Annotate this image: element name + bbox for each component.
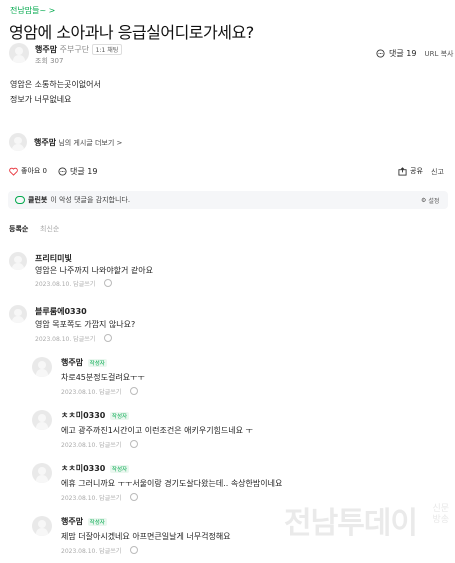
reply-text: 차로45분정도걸려요ㅜㅜ (61, 373, 145, 382)
comment-heart-icon[interactable] (104, 334, 112, 342)
reply-avatar[interactable] (32, 516, 52, 536)
cleanbot-label[interactable]: 클린봇 (28, 195, 47, 205)
reply-heart-icon[interactable] (130, 493, 138, 501)
heart-icon (9, 167, 18, 176)
comment-count-top[interactable]: 댓글 19 (389, 48, 416, 59)
watermark-logo: 전남투데이 (284, 506, 418, 541)
author-name[interactable]: 행주맘 (35, 45, 57, 54)
gear-icon: ⚙ (421, 197, 427, 204)
reply-text: 에고 광주까진1시간이고 이런조건은 애키우기힘드네요 ㅜ (61, 426, 253, 435)
writer-badge: 작성자 (109, 465, 130, 473)
comments-toggle[interactable]: 댓글 19 (58, 166, 97, 177)
reply-meta[interactable]: 2023.08.10. 답글쓰기 (61, 387, 121, 396)
reply-avatar[interactable] (32, 357, 52, 377)
watermark-side: 신문 방송 (432, 504, 449, 526)
post-body-line2: 정보가 너무없네요 (10, 95, 72, 104)
comment-author[interactable]: 블루룸에0330 (35, 306, 87, 317)
writer-badge: 작성자 (109, 412, 130, 420)
profile-name: 행주맘 (34, 138, 57, 147)
sort-latest-tab[interactable]: 최신순 (40, 224, 59, 234)
post-title: 영암에 소아과나 응급실어디로가세요? (9, 23, 254, 42)
reply-meta[interactable]: 2023.08.10. 답글쓰기 (61, 546, 121, 555)
author-grade: 주부구단 (59, 45, 90, 54)
board-link[interactable]: 전남맘들~ > (10, 5, 55, 16)
cleanbot-settings[interactable]: ⚙ 설정 (421, 196, 439, 205)
reply-heart-icon[interactable] (130, 387, 138, 395)
reply-author[interactable]: 행주맘 (61, 358, 83, 367)
comment-text: 영암은 나주까지 나와야할거 같아요 (35, 266, 154, 275)
watermark-side-line2: 방송 (432, 515, 449, 525)
cleanbot-text: 이 악성 댓글을 감지합니다. (50, 196, 131, 204)
writer-badge: 작성자 (87, 359, 107, 367)
chat-button[interactable]: 1:1 채팅 (91, 44, 123, 55)
writer-badge: 작성자 (87, 518, 107, 526)
view-count: 조회 307 (35, 57, 64, 65)
url-copy-button[interactable]: URL 복사 (424, 49, 453, 59)
comment-meta[interactable]: 2023.08.10. 답글쓰기 (35, 334, 95, 343)
share-icon (398, 166, 407, 176)
profile-more-label: 님의 게시글 더보기 > (58, 139, 123, 147)
author-avatar[interactable] (9, 43, 29, 63)
comment-icon[interactable] (376, 49, 385, 58)
reply-avatar[interactable] (32, 410, 52, 430)
like-label: 좋아요 0 (21, 167, 47, 175)
reply-heart-icon[interactable] (130, 440, 138, 448)
comment-meta[interactable]: 2023.08.10. 답글쓰기 (35, 279, 95, 288)
reply-author[interactable]: 행주맘 (61, 517, 83, 526)
like-button[interactable]: 좋아요 0 (9, 166, 47, 176)
profile-more-link[interactable]: 행주맘 님의 게시글 더보기 > (34, 137, 122, 148)
cleanbot-icon (15, 196, 25, 204)
reply-text: 제맘 더잘아시겠네요 아프면큰일날게 너무걱정해요 (61, 532, 231, 541)
comment-avatar[interactable] (9, 252, 27, 270)
settings-label: 설정 (428, 198, 440, 205)
report-button[interactable]: 신고 (431, 167, 444, 177)
comment-bubble-icon (58, 167, 67, 176)
share-button[interactable]: 공유 (398, 166, 423, 176)
reply-heart-icon[interactable] (130, 546, 138, 554)
reply-text: 에휴 그러니까요 ㅜㅜ서울이랑 경기도살다왔는데.. 속상한밤이네요 (61, 479, 283, 488)
share-label: 공유 (410, 167, 423, 175)
reply-avatar[interactable] (32, 463, 52, 483)
reply-author[interactable]: ㅊㅊ미0330 (61, 411, 105, 420)
profile-avatar[interactable] (9, 133, 27, 151)
watermark-side-line1: 신문 (432, 504, 449, 514)
comment-avatar[interactable] (9, 305, 27, 323)
comment-heart-icon[interactable] (104, 279, 112, 287)
reply-meta[interactable]: 2023.08.10. 답글쓰기 (61, 493, 121, 502)
post-body-line1: 영암은 소통하는곳이없어서 (10, 80, 101, 89)
comment-author[interactable]: 프리티미빛 (35, 253, 72, 264)
reply-meta[interactable]: 2023.08.10. 답글쓰기 (61, 440, 121, 449)
comment-text: 영암 목포쪽도 가깝지 않나요? (35, 320, 136, 329)
reply-author[interactable]: ㅊㅊ미0330 (61, 464, 105, 473)
comments-label: 댓글 19 (70, 167, 98, 176)
sort-register-tab[interactable]: 등록순 (9, 224, 28, 234)
